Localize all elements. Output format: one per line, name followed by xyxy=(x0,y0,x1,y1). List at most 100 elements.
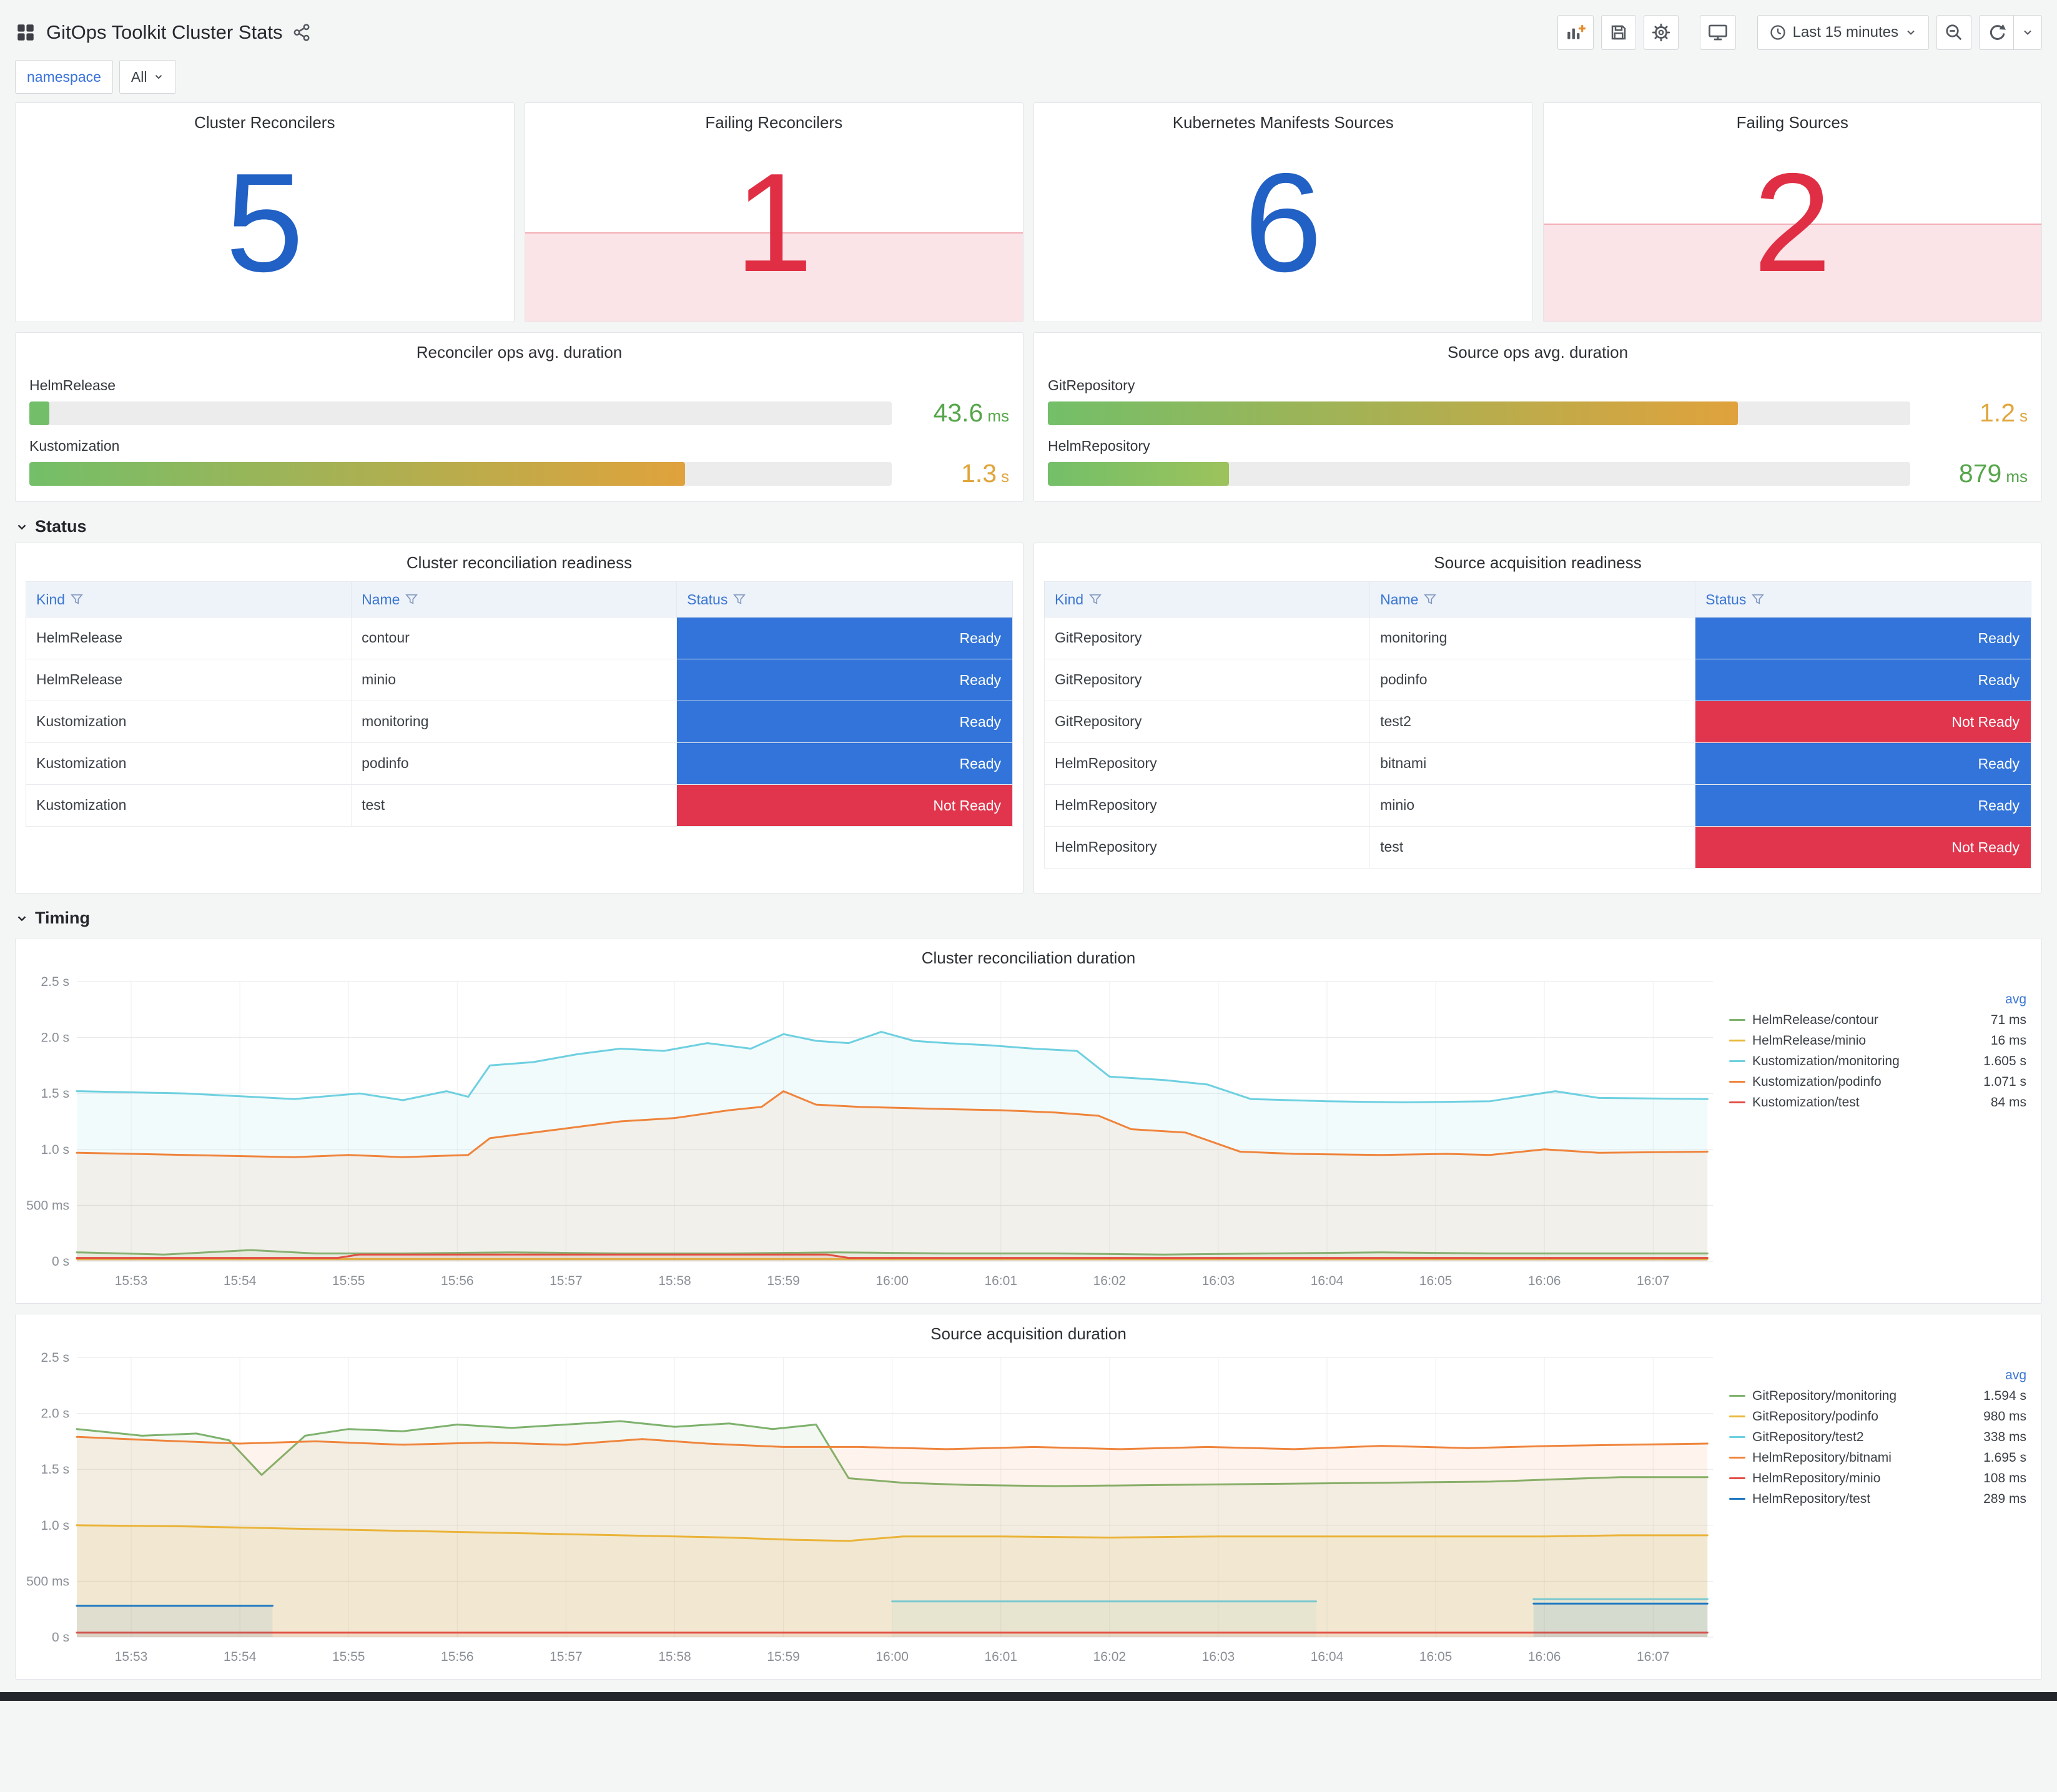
save-icon[interactable] xyxy=(1601,15,1636,50)
y-tick-label: 2.0 s xyxy=(41,1407,69,1421)
variable-namespace-value-dropdown[interactable]: All xyxy=(119,60,177,94)
legend-series-avg: 108 ms xyxy=(1983,1470,2026,1485)
panel-title[interactable]: Kubernetes Manifests Sources xyxy=(1034,103,1532,132)
legend-row: GitRepository/monitoring 1.594 s xyxy=(1729,1386,2026,1406)
series-area xyxy=(77,1437,1708,1637)
status-tables-row: Cluster reconciliation readiness Kind Nam… xyxy=(15,543,2042,894)
status-badge: Ready xyxy=(1695,785,2031,826)
panel-title[interactable]: Failing Reconcilers xyxy=(525,103,1024,132)
y-tick-label: 2.5 s xyxy=(41,975,69,989)
gauge-unit: ms xyxy=(987,406,1009,425)
x-tick-label: 15:55 xyxy=(332,1650,365,1664)
section-row-status[interactable]: Status xyxy=(15,517,2042,536)
gauge-label: Kustomization xyxy=(29,438,120,454)
refresh-interval-dropdown[interactable] xyxy=(2014,15,2042,50)
stat-panel: Failing Sources 2 xyxy=(1542,102,2042,322)
panel-title[interactable]: Source acquisition readiness xyxy=(1034,543,2041,573)
status-badge: Not Ready xyxy=(1695,701,2031,742)
filter-icon[interactable] xyxy=(733,593,746,606)
column-header-name[interactable]: Name xyxy=(1370,582,1696,617)
time-range-picker[interactable]: Last 15 minutes xyxy=(1757,15,1929,50)
gear-icon[interactable] xyxy=(1643,15,1679,50)
legend-series-label[interactable]: GitRepository/podinfo xyxy=(1752,1409,1958,1424)
filter-icon[interactable] xyxy=(71,593,84,606)
panel-title[interactable]: Reconciler ops avg. duration xyxy=(29,333,1009,362)
column-header-status[interactable]: Status xyxy=(677,582,1012,617)
cycle-view-icon[interactable] xyxy=(1699,15,1736,50)
legend-series-avg: 16 ms xyxy=(1990,1033,2026,1048)
legend-series-label[interactable]: Kustomization/podinfo xyxy=(1752,1075,1958,1090)
legend-series-label[interactable]: HelmRelease/contour xyxy=(1752,1013,1958,1028)
plot-area[interactable]: 0 s 500 ms 1.0 s 1.5 s 2.0 s 2.5 s 15:53 15:54 1… xyxy=(19,1346,1723,1674)
refresh-icon[interactable] xyxy=(1979,15,2014,50)
filter-icon[interactable] xyxy=(1089,593,1102,606)
gauge-line: 1.3 s xyxy=(29,459,1009,488)
panel-title[interactable]: Cluster reconciliation duration xyxy=(16,938,2041,968)
panel-title[interactable]: Source acquisition duration xyxy=(16,1314,2041,1344)
zoom-out-icon[interactable] xyxy=(1936,15,1971,50)
section-row-timing[interactable]: Timing xyxy=(15,908,2042,928)
cell-name: test xyxy=(352,785,678,826)
legend-series-label[interactable]: HelmRepository/test xyxy=(1752,1492,1958,1507)
x-tick-label: 15:54 xyxy=(224,1274,257,1288)
panel-title[interactable]: Source ops avg. duration xyxy=(1048,333,2028,362)
panel-title[interactable]: Cluster reconciliation readiness xyxy=(16,543,1023,573)
x-tick-label: 16:04 xyxy=(1311,1274,1344,1288)
legend-series-swatch xyxy=(1729,1457,1745,1459)
filter-icon[interactable] xyxy=(405,593,418,606)
gauge-row: GitRepository 1.2 s xyxy=(1048,377,2028,428)
plot-area[interactable]: 0 s 500 ms 1.0 s 1.5 s 2.0 s 2.5 s 15:53 15:54 1… xyxy=(19,970,1723,1298)
legend-series-swatch xyxy=(1729,1081,1745,1083)
status-badge: Ready xyxy=(1695,618,2031,659)
dashboard-grid-icon[interactable] xyxy=(15,22,36,43)
gauge-value: 879 ms xyxy=(1958,459,2028,488)
x-tick-label: 16:06 xyxy=(1528,1650,1561,1664)
x-tick-label: 15:53 xyxy=(115,1274,148,1288)
legend-series-label[interactable]: HelmRelease/minio xyxy=(1752,1033,1958,1048)
gauge-unit: s xyxy=(2020,406,2028,425)
legend-series-label[interactable]: HelmRepository/bitnami xyxy=(1752,1450,1958,1465)
time-series-plot[interactable]: 0 s 500 ms 1.0 s 1.5 s 2.0 s 2.5 s 15:53 15:54 1… xyxy=(19,1346,1723,1671)
cell-name: minio xyxy=(352,659,678,701)
filter-icon[interactable] xyxy=(1752,593,1765,606)
column-header-kind[interactable]: Kind xyxy=(26,582,352,617)
gauge-panel: Reconciler ops avg. duration HelmRelease 4… xyxy=(15,332,1024,502)
panel-title[interactable]: Cluster Reconcilers xyxy=(16,103,514,132)
legend-series-label[interactable]: GitRepository/monitoring xyxy=(1752,1389,1958,1404)
gauge-value: 43.6 ms xyxy=(933,398,1009,427)
legend-series-swatch xyxy=(1729,1395,1745,1397)
legend-row: HelmRelease/contour 71 ms xyxy=(1729,1010,2026,1030)
stat-value: 6 xyxy=(1244,144,1323,301)
legend-series-label[interactable]: HelmRepository/minio xyxy=(1752,1471,1958,1486)
x-tick-label: 16:02 xyxy=(1093,1274,1127,1288)
column-header-name[interactable]: Name xyxy=(352,582,678,617)
cell-kind: GitRepository xyxy=(1045,659,1371,701)
cell-kind: Kustomization xyxy=(26,785,352,826)
legend-row: HelmRepository/minio 108 ms xyxy=(1729,1468,2026,1489)
cell-name: minio xyxy=(1370,785,1696,826)
filter-icon[interactable] xyxy=(1424,593,1437,606)
legend-avg-header[interactable]: avg xyxy=(1958,1368,2026,1383)
legend-series-label[interactable]: Kustomization/monitoring xyxy=(1752,1054,1958,1069)
add-panel-button[interactable] xyxy=(1557,15,1594,50)
panel-title[interactable]: Failing Sources xyxy=(1544,103,2042,132)
share-icon[interactable] xyxy=(292,23,311,42)
legend-row: Kustomization/monitoring 1.605 s xyxy=(1729,1051,2026,1071)
series-area xyxy=(1533,1603,1708,1637)
status-badge: Not Ready xyxy=(677,785,1012,826)
gauge-rows: GitRepository 1.2 s HelmRepository 879 ms xyxy=(1048,362,2028,488)
legend-series-label[interactable]: Kustomization/test xyxy=(1752,1095,1958,1110)
panel-source-acquisition-readiness: Source acquisition readiness Kind Name Sta… xyxy=(1033,543,2042,894)
cell-kind: GitRepository xyxy=(1045,701,1371,742)
cell-name: podinfo xyxy=(352,743,678,784)
legend-series-swatch xyxy=(1729,1019,1745,1021)
legend-sample-spacer xyxy=(1729,1374,1745,1376)
gauge-value: 1.2 s xyxy=(1980,398,2028,427)
legend-avg-header[interactable]: avg xyxy=(1958,992,2026,1007)
column-header-status[interactable]: Status xyxy=(1695,582,2031,617)
readiness-table: Kind Name Status GitRepository monitoring Re… xyxy=(1044,581,2031,869)
variable-namespace-label[interactable]: namespace xyxy=(15,60,113,94)
time-series-plot[interactable]: 0 s 500 ms 1.0 s 1.5 s 2.0 s 2.5 s 15:53 15:54 1… xyxy=(19,970,1723,1295)
column-header-kind[interactable]: Kind xyxy=(1045,582,1371,617)
legend-series-label[interactable]: GitRepository/test2 xyxy=(1752,1430,1958,1445)
